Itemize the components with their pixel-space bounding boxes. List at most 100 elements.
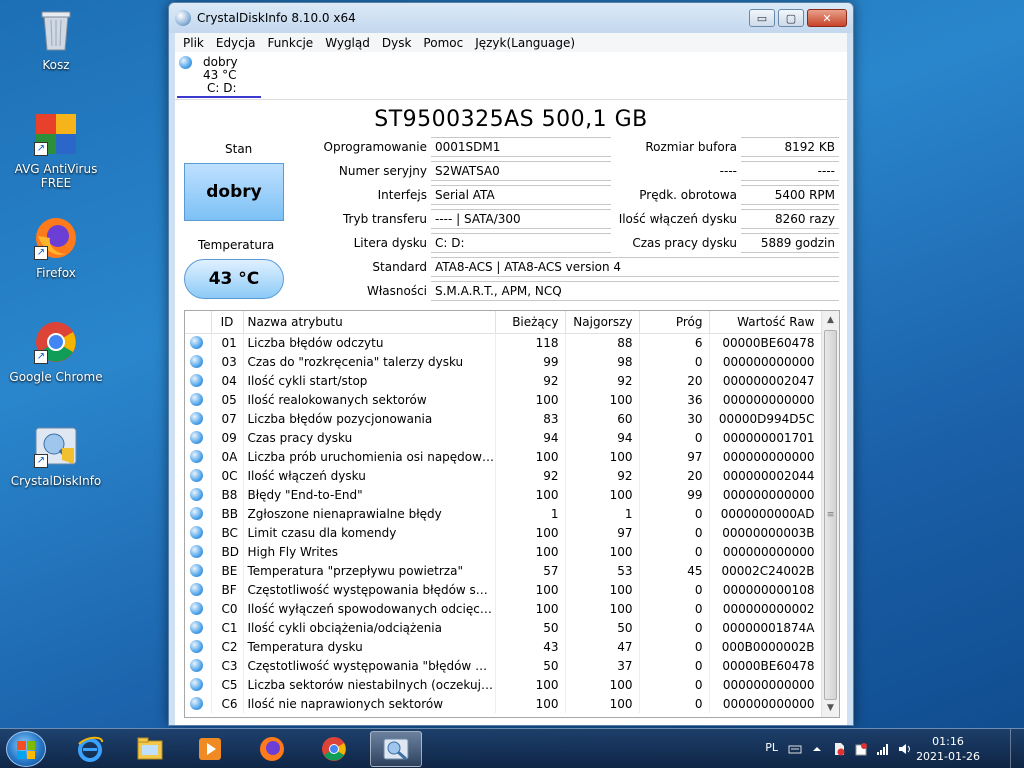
table-row[interactable]: C1 Ilość cykli obciążenia/odciążenia 50 50 0… [185,618,822,637]
menu-view[interactable]: Wygląd [325,36,370,50]
network-icon[interactable] [876,742,890,756]
table-row[interactable]: 07 Liczba błędów pozycjonowania 83 60 30 0000… [185,409,822,428]
temperature-label: Temperatura [198,238,275,252]
table-row[interactable]: 03 Czas do "rozkręcenia" talerzy dysku 99 9… [185,352,822,371]
row-status-cell [185,409,212,428]
table-row[interactable]: 09 Czas pracy dysku 94 94 0 000000001701 [185,428,822,447]
cell-threshold: 0 [639,637,710,656]
menu-help[interactable]: Pomoc [423,36,463,50]
temperature-button[interactable]: 43 °C [184,259,284,299]
desktop-icon-firefox[interactable]: ↗ Firefox [6,214,106,280]
table-row[interactable]: BF Częstotliwość występowania błędów spow… [185,580,822,599]
cell-worst: 92 [565,371,640,390]
attribute-status-icon [190,697,203,710]
menu-file[interactable]: Plik [183,36,204,50]
desktop-icon-crystaldiskinfo[interactable]: ↗ CrystalDiskInfo [6,422,106,488]
table-row[interactable]: C5 Liczba sektorów niestabilnych (oczekuj… [185,675,822,694]
cell-id: 04 [211,371,244,390]
header-threshold[interactable]: Próg [639,311,710,334]
health-status-icon [179,56,192,69]
desktop-icon-chrome[interactable]: ↗ Google Chrome [6,318,106,384]
cell-id: 01 [211,333,244,352]
cell-threshold: 45 [639,561,710,580]
desktop-icon-label: Google Chrome [9,370,103,384]
cell-id: 05 [211,390,244,409]
cell-name: Ilość realokowanych sektorów [243,390,496,409]
cell-worst: 92 [565,466,640,485]
taskbar-explorer[interactable] [124,731,176,767]
crystaldiskinfo-window: CrystalDiskInfo 8.10.0 x64 ▭ ▢ ✕ Plik Ed… [168,2,854,726]
cell-id: C0 [211,599,244,618]
menu-language[interactable]: Język(Language) [475,36,575,50]
action-center-icon[interactable] [832,742,846,756]
menu-edit[interactable]: Edycja [216,36,256,50]
cell-raw: 000000000000 [709,542,822,561]
expand-tray-icon[interactable] [810,742,824,756]
standard-value: ATA8-ACS | ATA8-ACS version 4 [431,257,839,277]
table-row[interactable]: 04 Ilość cykli start/stop 92 92 20 0000000020… [185,371,822,390]
info-value: ---- [741,161,839,181]
table-row[interactable]: 05 Ilość realokowanych sektorów 100 100 36 00… [185,390,822,409]
language-indicator[interactable]: PL [765,741,778,754]
menu-disk[interactable]: Dysk [382,36,412,50]
table-scrollbar[interactable]: ▲ ≡ ▼ [821,311,839,717]
close-button[interactable]: ✕ [807,9,847,27]
security-icon[interactable] [854,742,868,756]
header-raw-value[interactable]: Wartość Raw [709,311,822,334]
health-status-button[interactable]: dobry [184,163,284,221]
header-status[interactable] [185,311,212,334]
keyboard-icon[interactable] [788,742,802,756]
desktop-icon-recycle-bin[interactable]: Kosz [6,6,106,72]
cell-name: Błędy "End-to-End" [243,485,496,504]
table-row[interactable]: 0A Liczba prób uruchomienia osi napędowej… [185,447,822,466]
header-current[interactable]: Bieżący [495,311,566,334]
header-worst[interactable]: Najgorszy [565,311,640,334]
cell-name: Limit czasu dla komendy [243,523,496,542]
minimize-button[interactable]: ▭ [749,9,775,27]
table-row[interactable]: 0C Ilość włączeń dysku 92 92 20 000000002044 [185,466,822,485]
table-row[interactable]: BC Limit czasu dla komendy 100 97 0 000000000… [185,523,822,542]
table-row[interactable]: BB Zgłoszone nienaprawialne błędy 1 1 0 00000… [185,504,822,523]
cell-id: BD [211,542,244,561]
cell-name: Ilość cykli start/stop [243,371,496,390]
cell-current: 92 [495,466,566,485]
table-row[interactable]: C3 Częstotliwość występowania "błędów w l… [185,656,822,675]
title-bar[interactable]: CrystalDiskInfo 8.10.0 x64 ▭ ▢ ✕ [169,3,853,33]
attribute-status-icon [190,507,203,520]
cell-name: Ilość włączeń dysku [243,466,496,485]
header-id[interactable]: ID [211,311,244,334]
table-row[interactable]: 01 Liczba błędów odczytu 118 88 6 00000BE6047… [185,333,822,352]
row-status-cell [185,466,212,485]
shortcut-arrow-icon: ↗ [34,454,48,468]
volume-icon[interactable] [898,742,912,756]
taskbar-media-player[interactable] [184,731,236,767]
table-row[interactable]: BE Temperatura "przepływu powietrza" 57 53 4… [185,561,822,580]
scroll-up-icon[interactable]: ▲ [822,311,839,329]
taskbar-firefox[interactable] [246,731,298,767]
attribute-status-icon [190,526,203,539]
cell-name: Temperatura "przepływu powietrza" [243,561,496,580]
drive-tab[interactable]: dobry 43 °C C: D: [177,54,261,98]
maximize-button[interactable]: ▢ [778,9,804,27]
row-status-cell [185,428,212,447]
row-status-cell [185,637,212,656]
taskbar-chrome[interactable] [308,731,360,767]
table-row[interactable]: BD High Fly Writes 100 100 0 000000000000 [185,542,822,561]
header-name[interactable]: Nazwa atrybutu [243,311,496,334]
row-status-cell [185,580,212,599]
table-row[interactable]: B8 Błędy "End-to-End" 100 100 99 000000000000 [185,485,822,504]
table-row[interactable]: C6 Ilość nie naprawionych sektorów 100 100 0… [185,694,822,713]
table-row[interactable]: C0Ilość wyłączeń spowodowanych odcięciem… [185,599,822,618]
show-desktop-button[interactable] [1010,729,1024,768]
menu-functions[interactable]: Funkcje [267,36,313,50]
desktop-icon-avg[interactable]: ↗ AVG AntiVirus FREE [6,110,106,190]
scroll-thumb[interactable]: ≡ [824,330,837,700]
taskbar-crystaldiskinfo[interactable] [370,731,422,767]
start-button[interactable] [6,731,46,767]
cell-current: 100 [495,485,566,504]
scroll-down-icon[interactable]: ▼ [822,699,839,717]
clock[interactable]: 01:16 2021-01-26 [916,734,980,764]
table-row[interactable]: C2 Temperatura dysku 43 47 0 000B0000002B [185,637,822,656]
attribute-status-icon [190,431,203,444]
taskbar-internet-explorer[interactable] [64,731,116,767]
